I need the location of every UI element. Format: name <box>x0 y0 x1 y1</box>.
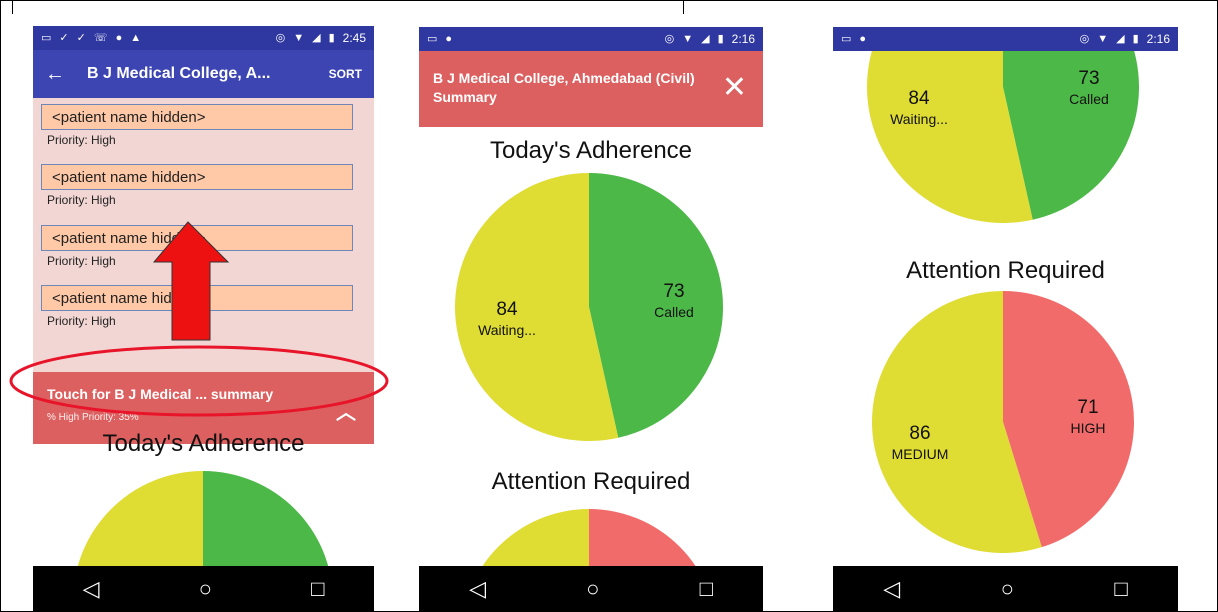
check-icon: ✓ <box>59 31 69 44</box>
pie-value-label: 73 <box>1078 68 1099 89</box>
upload-icon: ▲ <box>130 31 142 44</box>
back-triangle-icon[interactable]: ◁ <box>469 578 486 600</box>
pie-value-label: 73 <box>663 281 684 302</box>
page-title: B J Medical College, A... <box>87 65 271 82</box>
adherence-title: Today's Adherence <box>102 430 305 457</box>
frame-divider <box>683 0 684 14</box>
home-circle-icon[interactable]: ○ <box>199 578 212 600</box>
patient-name: <patient name hidden> <box>41 164 353 190</box>
pie-category-label: HIGH <box>1071 420 1106 436</box>
nav-bar: ◁ ○ □ <box>419 566 763 612</box>
back-arrow-icon[interactable]: ← <box>45 63 65 86</box>
list-item[interactable]: <patient name hidden> Priority: High <box>41 225 353 268</box>
list-item[interactable]: <patient name hidden> Priority: High <box>41 285 353 328</box>
patient-name: <patient name hidden> <box>41 225 353 251</box>
signal-icon: ◢ <box>312 31 321 44</box>
recents-square-icon[interactable]: □ <box>700 578 713 600</box>
charts-svg: 73 Called 84 Waiting... 71 HIGH 86 MEDIUM <box>867 27 1140 553</box>
attention-pie-partial <box>481 509 697 567</box>
phone-screen-list: ▭ ✓ ✓ ☏ ● ▲ ◎ ▼ ◢ ▮ 2:45 ← B J Medical C… <box>33 26 374 612</box>
pie-slice-waiting <box>75 471 203 576</box>
summary-bar-title: Touch for B J Medical ... summary <box>47 386 274 402</box>
image-icon: ▭ <box>41 31 52 44</box>
chevron-up-icon[interactable]: ︿ <box>336 396 356 425</box>
check-icon: ✓ <box>76 31 86 44</box>
phone-screen-summary-scrolled: 73 Called 84 Waiting... 71 HIGH 86 MEDIUM ▭ ● ◎… <box>833 27 1178 612</box>
home-circle-icon[interactable]: ○ <box>1001 578 1014 600</box>
location-icon: ◎ <box>275 31 286 44</box>
patient-priority: Priority: High <box>47 133 116 147</box>
battery-icon: ▮ <box>328 31 335 44</box>
list-item[interactable]: <patient name hidden> Priority: High <box>41 164 353 207</box>
image-icon: ▭ <box>841 32 852 45</box>
battery-icon: ▮ <box>1132 32 1139 45</box>
nav-bar: ◁ ○ □ <box>33 566 374 612</box>
frame-divider <box>12 0 13 14</box>
pie-slice-high <box>589 509 697 567</box>
nav-bar: ◁ ○ □ <box>833 566 1178 612</box>
summary-bar-subtitle: % High Priority: 35% <box>47 412 139 423</box>
back-triangle-icon[interactable]: ◁ <box>883 578 900 600</box>
pie-category-label: Waiting... <box>890 111 948 127</box>
recents-square-icon[interactable]: □ <box>311 578 324 600</box>
pie-category-label: MEDIUM <box>892 446 949 462</box>
attention-title: Attention Required <box>906 257 1105 284</box>
patient-name: <patient name hidden> <box>41 285 353 311</box>
sort-button[interactable]: SORT <box>329 67 362 81</box>
patient-priority: Priority: High <box>47 193 116 207</box>
patient-name: <patient name hidden> <box>41 104 353 130</box>
wifi-icon: ▼ <box>1097 32 1109 45</box>
list-item[interactable]: <patient name hidden> Priority: High <box>41 104 353 147</box>
status-time: 2:16 <box>1146 32 1170 46</box>
adherence-pie-partial <box>75 471 331 576</box>
phone-icon: ☏ <box>93 31 108 44</box>
patient-priority: Priority: High <box>47 254 116 268</box>
recents-square-icon[interactable]: □ <box>1114 578 1127 600</box>
pie-category-label: Called <box>1069 91 1109 107</box>
patient-priority: Priority: High <box>47 314 116 328</box>
status-time: 2:45 <box>342 31 366 45</box>
attention-title: Attention Required <box>491 468 691 495</box>
pie-slice-called <box>203 471 331 576</box>
pie-category-label: Waiting... <box>478 322 536 338</box>
status-bar: ▭ ✓ ✓ ☏ ● ▲ ◎ ▼ ◢ ▮ 2:45 <box>33 26 374 50</box>
location-icon: ◎ <box>1079 32 1090 45</box>
back-triangle-icon[interactable]: ◁ <box>83 578 100 600</box>
app-bar: ← B J Medical College, A... SORT <box>33 50 374 98</box>
pie-value-label: 71 <box>1077 397 1098 418</box>
signal-icon: ◢ <box>1116 32 1125 45</box>
pie-slice-medium <box>481 509 589 567</box>
pie-value-label: 86 <box>909 423 930 444</box>
android-icon: ● <box>115 31 123 44</box>
home-circle-icon[interactable]: ○ <box>586 578 599 600</box>
pie-category-label: Called <box>654 304 694 320</box>
phone-screen-summary: ▭ ● ◎ ▼ ◢ ▮ 2:16 B J Medical College, Ah… <box>419 27 763 612</box>
patient-list: <patient name hidden> Priority: High <pa… <box>33 98 374 372</box>
pie-value-label: 84 <box>908 88 930 109</box>
status-bar: ▭ ● ◎ ▼ ◢ ▮ 2:16 <box>833 27 1178 51</box>
pie-value-label: 84 <box>496 299 518 320</box>
wifi-icon: ▼ <box>293 31 305 44</box>
android-icon: ● <box>859 32 867 45</box>
